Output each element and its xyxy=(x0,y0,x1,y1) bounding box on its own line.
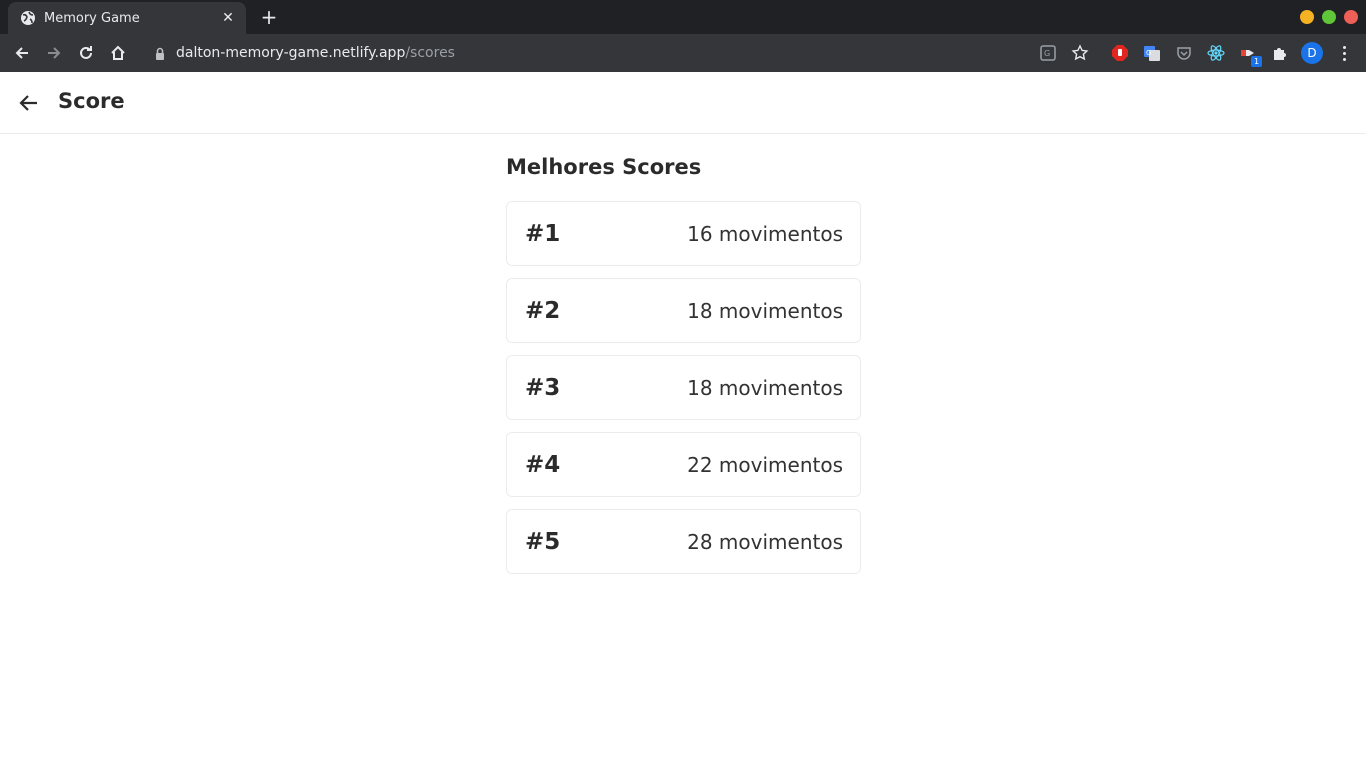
score-rank: #2 xyxy=(525,297,561,324)
browser-toolbar: dalton-memory-game.netlify.app/scores G … xyxy=(0,34,1366,72)
tab-title: Memory Game xyxy=(44,10,140,26)
score-rank: #5 xyxy=(525,528,561,555)
browser-tab-bar: Memory Game ✕ + xyxy=(0,0,1366,34)
score-moves: 16 movimentos xyxy=(687,221,843,246)
svg-text:G: G xyxy=(1044,49,1050,58)
svg-text:G: G xyxy=(1146,49,1151,57)
extension-badge-count: 1 xyxy=(1251,56,1262,67)
app-header: Score xyxy=(0,72,1366,134)
score-row: #5 28 movimentos xyxy=(506,509,861,574)
score-moves: 22 movimentos xyxy=(687,452,843,477)
scores-heading: Melhores Scores xyxy=(506,155,702,179)
score-row: #1 16 movimentos xyxy=(506,201,861,266)
score-row: #4 22 movimentos xyxy=(506,432,861,497)
browser-tab[interactable]: Memory Game ✕ xyxy=(8,2,246,34)
browser-menu-icon[interactable] xyxy=(1336,42,1352,64)
window-controls xyxy=(1300,10,1358,24)
close-window-button[interactable] xyxy=(1344,10,1358,24)
url-host: dalton-memory-game.netlify.app xyxy=(176,45,406,61)
react-devtools-icon[interactable] xyxy=(1206,43,1226,63)
url-path: /scores xyxy=(405,45,455,61)
score-rank: #4 xyxy=(525,451,561,478)
translate-icon[interactable]: G xyxy=(1038,43,1058,63)
new-tab-icon[interactable]: + xyxy=(258,6,280,28)
extensions-puzzle-icon[interactable] xyxy=(1270,43,1290,63)
score-row: #2 18 movimentos xyxy=(506,278,861,343)
lock-icon xyxy=(154,46,166,60)
score-row: #3 18 movimentos xyxy=(506,355,861,420)
url-text: dalton-memory-game.netlify.app/scores xyxy=(176,45,455,61)
score-rank: #3 xyxy=(525,374,561,401)
extension-badge-icon[interactable]: 1 xyxy=(1238,43,1262,67)
google-translate-icon[interactable]: G xyxy=(1142,43,1162,63)
back-arrow-icon[interactable] xyxy=(18,92,40,114)
forward-nav-icon[interactable] xyxy=(42,41,66,65)
bookmark-star-icon[interactable] xyxy=(1070,43,1090,63)
score-moves: 28 movimentos xyxy=(687,529,843,554)
minimize-button[interactable] xyxy=(1300,10,1314,24)
page-title: Score xyxy=(58,89,125,113)
pocket-icon[interactable] xyxy=(1174,43,1194,63)
back-nav-icon[interactable] xyxy=(10,41,34,65)
globe-icon xyxy=(20,10,36,26)
close-icon[interactable]: ✕ xyxy=(220,10,236,26)
score-list: #1 16 movimentos #2 18 movimentos #3 18 … xyxy=(506,201,861,574)
adblock-icon[interactable] xyxy=(1110,43,1130,63)
score-rank: #1 xyxy=(525,220,561,247)
scores-section: Melhores Scores #1 16 movimentos #2 18 m… xyxy=(506,150,861,586)
profile-avatar[interactable]: D xyxy=(1301,42,1323,64)
home-icon[interactable] xyxy=(106,41,130,65)
score-moves: 18 movimentos xyxy=(687,375,843,400)
maximize-button[interactable] xyxy=(1322,10,1336,24)
reload-icon[interactable] xyxy=(74,41,98,65)
score-moves: 18 movimentos xyxy=(687,298,843,323)
address-bar[interactable]: dalton-memory-game.netlify.app/scores xyxy=(144,37,1064,69)
